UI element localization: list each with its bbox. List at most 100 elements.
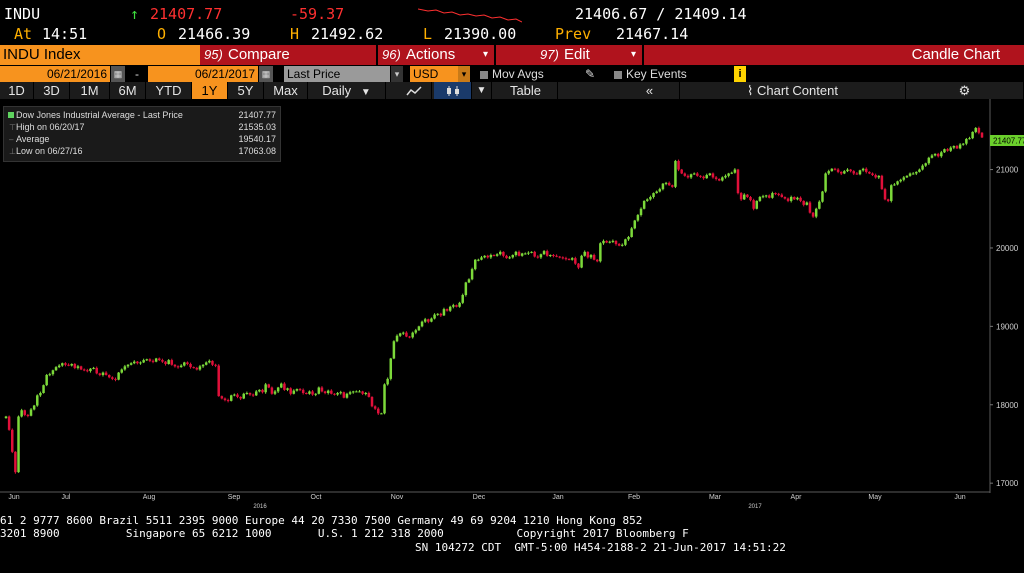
x-tick-label: Nov [391,494,404,501]
candle-body [545,251,549,256]
candle-body [958,144,962,149]
candle-body [861,168,865,171]
quote-row-1: INDU ↑ 21407.77 -59.37 21406.67 / 21409.… [0,3,1024,25]
period-max[interactable]: Max [264,82,308,99]
currency-select[interactable]: USD [410,66,458,82]
candle-body [317,387,321,394]
candle-body [255,391,258,396]
actions-label: Actions [406,46,456,63]
candle-body [392,341,396,359]
compare-number: 95) [204,47,223,62]
candle-body [402,332,405,334]
period-5y[interactable]: 5Y [228,82,264,99]
info-icon[interactable]: i [734,66,746,82]
price-field-select[interactable]: Last Price [284,66,390,82]
candle-body [348,392,352,394]
candle-body [655,191,658,194]
candle-body [32,405,36,410]
candle-body [367,393,371,397]
start-date-field[interactable]: 06/21/2016 [0,66,110,82]
candle-body [965,138,968,144]
candle-body [865,168,868,172]
candle-body [686,175,690,178]
candle-body [11,429,14,452]
period-3d[interactable]: 3D [34,82,70,99]
x-tick-label: Sep [228,494,241,501]
x-year-label: 2016 [253,504,267,510]
table-button[interactable]: Table [494,82,558,99]
collapse-icon[interactable]: « [620,82,680,99]
gear-icon[interactable]: ⚙ [906,82,1024,99]
candle-body [627,236,630,240]
candle-body [661,183,665,190]
candle-body [320,387,324,392]
candle-body [818,201,821,209]
chart-legend[interactable]: Dow Jones Industrial Average - Last Pric… [3,106,281,162]
candle-body [968,138,971,140]
calendar-icon[interactable]: ▦ [259,66,273,82]
edit-button[interactable]: 97) Edit ▾ [496,45,642,65]
chart-style-dropdown-icon[interactable]: ▼ [472,82,492,99]
candle-body [642,200,646,209]
candle-body [677,160,680,170]
line-chart-icon[interactable] [396,82,432,99]
pencil-icon[interactable]: ✎ [585,66,599,82]
candle-body [830,168,834,172]
candle-body [158,358,161,361]
key-events-toggle[interactable]: Key Events [614,66,724,82]
chart-type-button[interactable]: Candle Chart [644,45,1024,65]
candle-body [702,176,705,179]
chevron-down-icon[interactable]: ▾ [458,66,470,82]
chart-content-button[interactable]: ⌇ Chart Content [680,82,906,99]
compare-button[interactable]: 95) Compare [200,45,376,65]
index-name[interactable]: INDU Index [0,45,200,65]
candle-body [39,393,42,396]
series-color-swatch [8,112,14,118]
candle-body [836,169,840,172]
period-1m[interactable]: 1M [70,82,110,99]
candle-body [943,149,946,153]
candle-body [442,309,446,316]
candle-body [608,241,611,243]
candle-body [61,363,64,366]
candle-body [868,171,871,174]
candle-body [167,360,170,364]
candle-body [674,160,677,187]
open-label: O [157,25,167,43]
candle-body [42,385,45,393]
candle-body [123,366,127,370]
candle-body [933,153,937,156]
period-1d[interactable]: 1D [0,82,34,99]
frequency-select[interactable]: Daily ▼ [308,82,386,99]
candle-body [764,195,768,197]
period-6m[interactable]: 6M [110,82,146,99]
period-ytd[interactable]: YTD [146,82,192,99]
chevron-down-icon[interactable]: ▾ [391,66,403,82]
candle-chart-icon[interactable] [434,82,472,99]
candle-body [930,155,934,158]
candle-body [602,240,605,244]
x-tick-label: Aug [143,494,156,501]
mov-avgs-toggle[interactable]: Mov Avgs [480,66,580,82]
calendar-icon[interactable]: ▦ [111,66,125,82]
candle-body [908,173,912,176]
candle-body [877,175,881,178]
candle-body [330,390,333,394]
candle-body [76,366,80,368]
end-date-field[interactable]: 06/21/2017 [148,66,258,82]
candle-body [639,208,643,216]
period-1y[interactable]: 1Y [192,82,228,99]
candle-body [896,181,899,185]
candle-body [264,384,267,393]
candle-body [461,295,464,303]
candle-body [752,200,755,209]
candle-body [855,173,859,175]
candle-body [611,240,615,242]
candle-body [708,173,712,176]
candle-body [533,251,536,257]
candle-body [946,149,949,151]
actions-button[interactable]: 96) Actions ▾ [378,45,494,65]
candle-body [574,258,577,264]
candle-body [283,383,286,390]
candle-body [617,244,621,246]
